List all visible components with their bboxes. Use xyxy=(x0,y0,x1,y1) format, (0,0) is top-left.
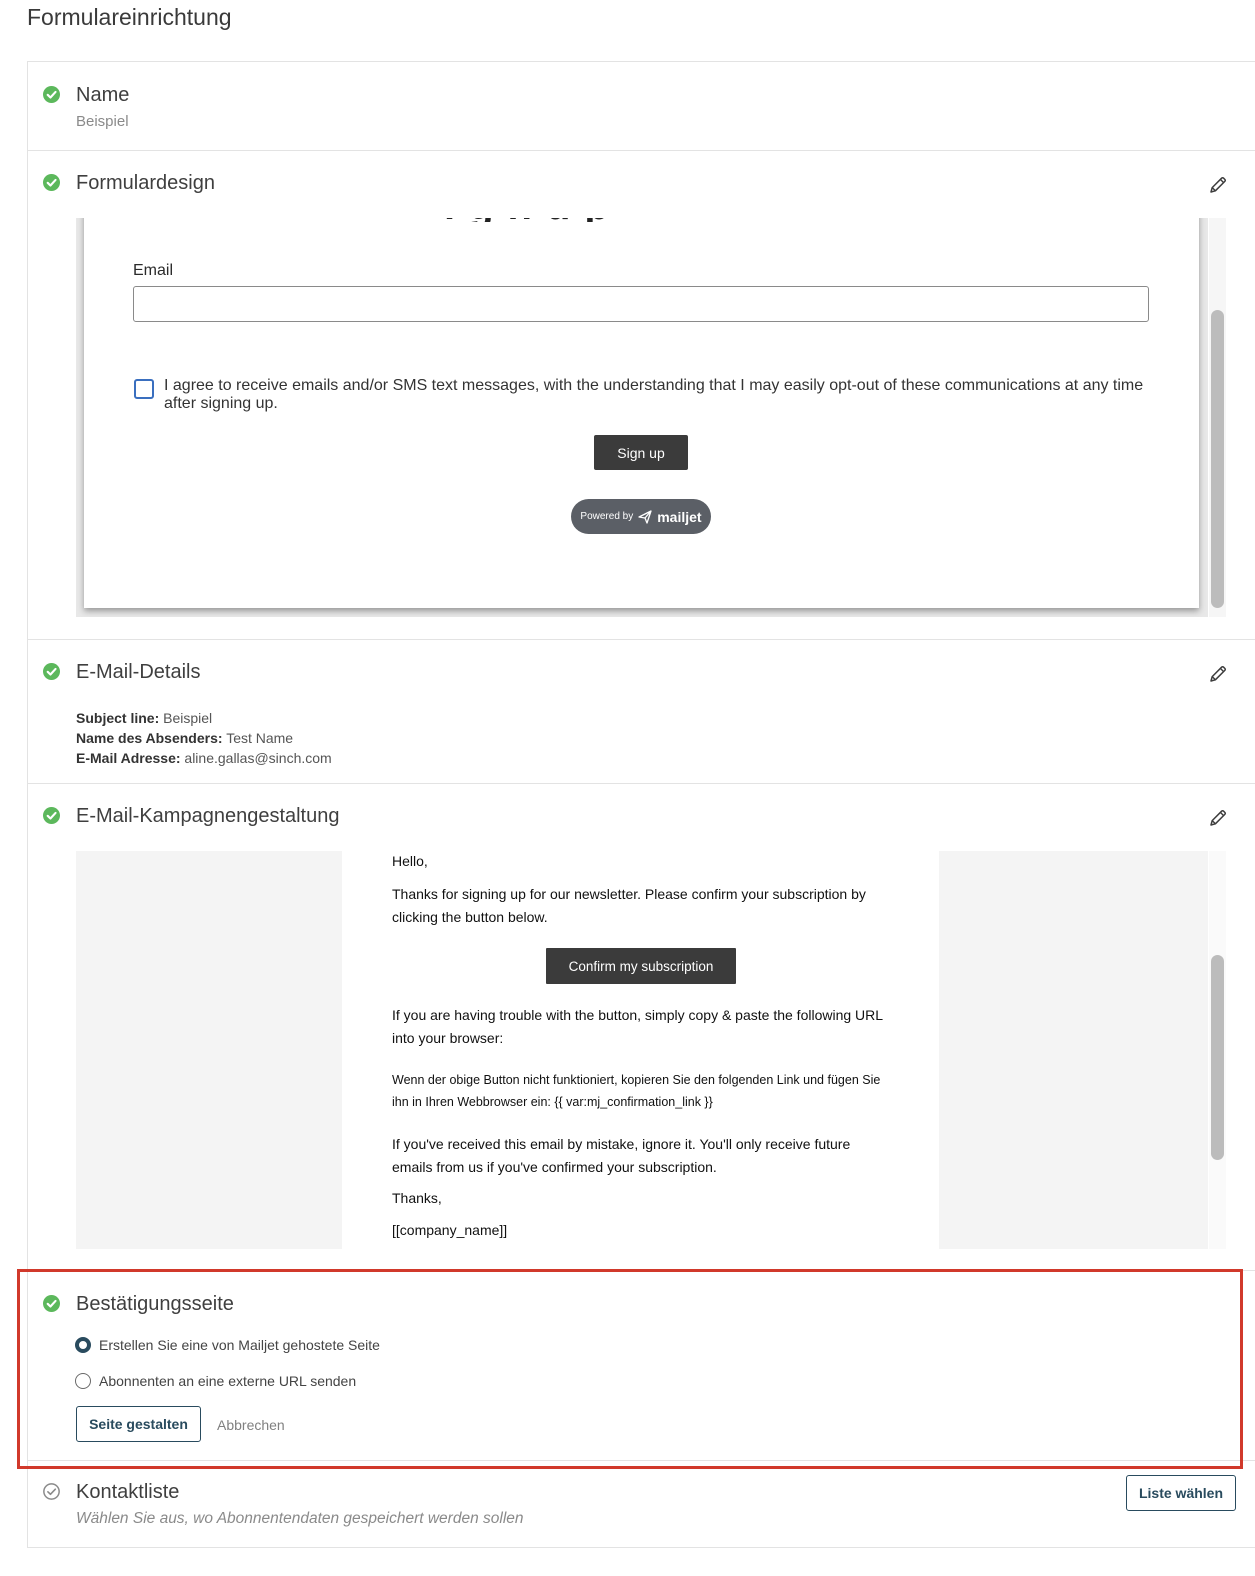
preview-email-input[interactable] xyxy=(133,286,1149,322)
form-preview: ignup Email I agree to receive emails an… xyxy=(76,218,1208,617)
powered-by-text: Powered by xyxy=(580,511,634,522)
page-title: Formulareinrichtung xyxy=(27,4,232,30)
check-circle-icon xyxy=(43,807,60,824)
email-greeting: Hello, xyxy=(392,853,428,869)
paper-plane-icon xyxy=(638,509,652,524)
check-circle-icon xyxy=(43,174,60,191)
email-thanks: Thanks, xyxy=(392,1190,442,1206)
form-preview-paper: ignup Email I agree to receive emails an… xyxy=(84,218,1199,608)
mailjet-logo-text: mailjet xyxy=(657,508,702,525)
detail-sender-value: Test Name xyxy=(226,730,294,746)
check-circle-icon xyxy=(43,663,60,680)
email-intro: Thanks for signing up for our newsletter… xyxy=(392,886,866,925)
email-trouble-text: If you are having trouble with the butto… xyxy=(392,1007,883,1046)
detail-sender-label: Name des Absenders: xyxy=(76,730,223,746)
step-contact-list-title: Kontaktliste xyxy=(76,1481,180,1503)
step-form-design-title: Formulardesign xyxy=(76,172,215,194)
preview-consent-checkbox[interactable] xyxy=(134,379,154,399)
preview-consent-text: I agree to receive emails and/or SMS tex… xyxy=(164,377,1144,412)
email-german-hint: Wenn der obige Button nicht funktioniert… xyxy=(392,1073,881,1109)
email-preview-margin-left xyxy=(76,851,342,1249)
scrollbar-thumb[interactable] xyxy=(1211,955,1224,1160)
preview-signup-button[interactable]: Sign up xyxy=(594,435,688,470)
choose-list-button[interactable]: Liste wählen xyxy=(1126,1475,1236,1511)
check-circle-icon xyxy=(43,86,60,103)
email-company-name: [[company_name]] xyxy=(392,1222,508,1238)
step-email-details-title: E-Mail-Details xyxy=(76,661,201,683)
step-contact-list-subtitle: Wählen Sie aus, wo Abonnentendaten gespe… xyxy=(76,1510,524,1527)
confirm-subscription-button[interactable]: Confirm my subscription xyxy=(546,948,736,984)
divider xyxy=(27,150,1255,151)
pencil-icon[interactable] xyxy=(1208,175,1228,195)
email-preview-margin-right xyxy=(939,851,1208,1249)
email-mistake-text: If you've received this email by mistake… xyxy=(392,1136,851,1175)
detail-address: E-Mail Adresse: aline.gallas@sinch.com xyxy=(76,750,332,766)
preview-email-label: Email xyxy=(133,262,174,279)
divider xyxy=(27,639,1255,640)
detail-sender: Name des Absenders: Test Name xyxy=(76,730,293,746)
detail-subject-label: Subject line: xyxy=(76,710,160,726)
detail-address-label: E-Mail Adresse: xyxy=(76,750,181,766)
pencil-icon[interactable] xyxy=(1208,808,1228,828)
powered-by-badge: Powered by mailjet xyxy=(571,499,711,534)
step-name-value: Beispiel xyxy=(76,113,129,130)
form-preview-scrollbar[interactable] xyxy=(1209,218,1226,617)
detail-subject-value: Beispiel xyxy=(163,710,213,726)
scrollbar-thumb[interactable] xyxy=(1211,310,1224,608)
pencil-icon[interactable] xyxy=(1208,664,1228,684)
divider xyxy=(27,783,1255,784)
detail-address-value: aline.gallas@sinch.com xyxy=(184,750,332,766)
check-circle-outline-icon xyxy=(43,1483,60,1500)
highlight-box xyxy=(17,1269,1243,1469)
email-preview-scrollbar[interactable] xyxy=(1209,851,1226,1249)
step-name-title: Name xyxy=(76,84,130,106)
detail-subject: Subject line: Beispiel xyxy=(76,710,212,726)
form-headline-cropped: ignup xyxy=(444,218,824,222)
step-campaign-design-title: E-Mail-Kampagnengestaltung xyxy=(76,805,340,827)
